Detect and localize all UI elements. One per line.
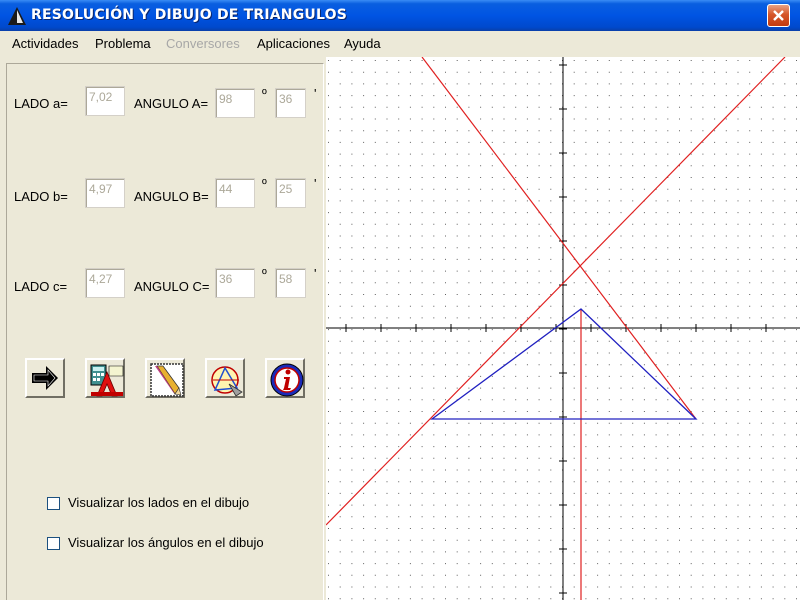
angulo-a-minutes-field: 36	[275, 88, 306, 118]
degree-symbol: º	[262, 86, 267, 101]
lado-a-field: 7,02	[85, 86, 125, 116]
menu-conversores: Conversores	[166, 36, 240, 51]
angulo-b-degrees-field: 44	[215, 178, 255, 208]
minute-symbol: '	[314, 176, 317, 191]
show-sides-label: Visualizar los lados en el dibujo	[68, 495, 250, 510]
axis-ticks	[345, 64, 767, 594]
angulo-b-minutes-field: 25	[275, 178, 306, 208]
triangle-shape	[430, 308, 698, 420]
lado-c-label: LADO c=	[14, 279, 68, 294]
menu-actividades[interactable]: Actividades	[12, 36, 78, 51]
angulo-c-minutes-field: 58	[275, 268, 306, 298]
angulo-a-degrees-field: 98	[215, 88, 255, 118]
info-button[interactable]	[265, 358, 305, 398]
arrow-next-icon	[32, 366, 58, 390]
window-title: RESOLUCIÓN Y DIBUJO DE TRIANGULOS	[31, 7, 347, 23]
angulo-a-label: ANGULO A=	[134, 96, 209, 111]
menu-aplicaciones[interactable]: Aplicaciones	[257, 36, 330, 51]
lado-c-field: 4,27	[85, 268, 125, 298]
construct-button[interactable]	[205, 358, 245, 398]
calculator-icon	[90, 364, 124, 397]
data-panel	[6, 63, 324, 600]
construction-line-1	[326, 57, 786, 526]
triangle-tools-icon	[211, 366, 243, 397]
draw-button[interactable]	[145, 358, 185, 398]
minute-symbol: '	[314, 86, 317, 101]
lado-b-field: 4,97	[85, 178, 125, 208]
next-button[interactable]	[25, 358, 65, 398]
close-button[interactable]	[767, 4, 790, 27]
angulo-b-label: ANGULO B=	[134, 189, 209, 204]
title-bar: RESOLUCIÓN Y DIBUJO DE TRIANGULOS	[0, 0, 800, 31]
construction-line-2	[421, 57, 697, 420]
close-icon	[773, 10, 784, 21]
degree-symbol: º	[262, 266, 267, 281]
info-icon	[270, 363, 304, 397]
calculate-button[interactable]	[85, 358, 125, 398]
angulo-c-degrees-field: 36	[215, 268, 255, 298]
show-angles-checkbox[interactable]	[47, 537, 60, 550]
menu-problema[interactable]: Problema	[95, 36, 151, 51]
lado-a-label: LADO a=	[14, 96, 68, 111]
app-triangle-icon	[8, 7, 26, 25]
minute-symbol: '	[314, 266, 317, 281]
show-sides-checkbox[interactable]	[47, 497, 60, 510]
lado-b-label: LADO b=	[14, 189, 68, 204]
pencil-draw-icon	[150, 363, 184, 397]
menu-bar: Actividades Problema Conversores Aplicac…	[0, 31, 800, 57]
degree-symbol: º	[262, 176, 267, 191]
drawing-canvas[interactable]	[326, 57, 800, 600]
show-angles-label: Visualizar los ángulos en el dibujo	[68, 535, 264, 550]
menu-ayuda[interactable]: Ayuda	[344, 36, 381, 51]
triangle-plot	[326, 57, 800, 600]
angulo-c-label: ANGULO C=	[134, 279, 210, 294]
